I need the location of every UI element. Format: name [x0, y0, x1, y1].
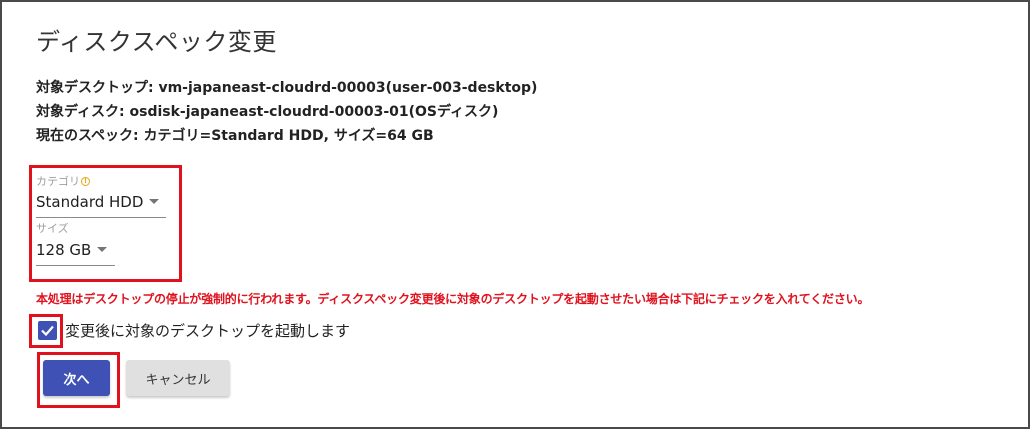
cancel-button[interactable]: キャンセル: [126, 360, 230, 396]
current-spec-text: 現在のスペック: カテゴリ=Standard HDD, サイズ=64 GB: [36, 128, 434, 144]
category-label: カテゴリ!: [36, 173, 90, 189]
size-label: サイズ: [36, 222, 69, 235]
disk-spec-dialog: ディスクスペック変更 対象デスクトップ: vm-japaneast-cloudr…: [0, 0, 1030, 429]
category-select[interactable]: Standard HDD: [36, 193, 166, 218]
start-desktop-checkbox[interactable]: [38, 321, 57, 340]
next-button[interactable]: 次へ: [43, 360, 110, 396]
target-desktop-text: 対象デスクトップ: vm-japaneast-cloudrd-00003(use…: [36, 80, 538, 96]
target-disk-text: 対象ディスク: osdisk-japaneast-cloudrd-00003-0…: [36, 104, 499, 120]
checkmark-icon: [41, 325, 54, 337]
start-desktop-label[interactable]: 変更後に対象のデスクトップを起動します: [65, 320, 350, 341]
disk-info: 対象デスクトップ: vm-japaneast-cloudrd-00003(use…: [36, 78, 537, 150]
dropdown-caret-icon: [97, 247, 108, 252]
info-circle-icon: !: [81, 177, 90, 186]
size-select[interactable]: 128 GB: [36, 241, 115, 266]
dialog-title: ディスクスペック変更: [36, 28, 277, 56]
dropdown-caret-icon: [149, 199, 160, 204]
warning-text: 本処理はデスクトップの停止が強制的に行われます。ディスクスペック変更後に対象のデ…: [36, 292, 870, 306]
